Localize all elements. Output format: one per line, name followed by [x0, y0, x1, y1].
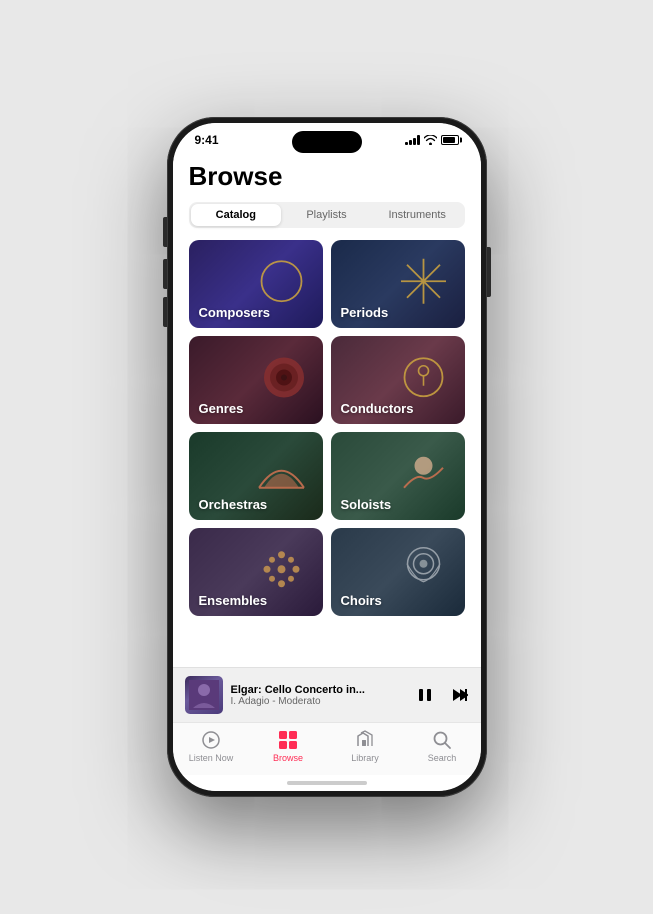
- periods-label: Periods: [341, 305, 389, 320]
- status-bar: 9:41: [173, 123, 481, 151]
- choirs-icon: [396, 542, 451, 597]
- mini-player-controls: [415, 685, 469, 705]
- library-nav-label: Library: [351, 753, 379, 763]
- bottom-nav: Listen Now Browse: [173, 722, 481, 775]
- next-track-button[interactable]: [449, 685, 469, 705]
- wifi-icon: [424, 135, 437, 145]
- nav-browse[interactable]: Browse: [250, 729, 327, 763]
- browse-icon: [277, 729, 299, 751]
- home-bar: [287, 781, 367, 785]
- grid-item-genres[interactable]: Genres: [189, 336, 323, 424]
- home-indicator: [173, 775, 481, 791]
- search-nav-icon: [431, 729, 453, 751]
- orchestras-icon: [254, 446, 309, 501]
- grid-item-periods[interactable]: Periods: [331, 240, 465, 328]
- artwork-image: [189, 680, 219, 710]
- soloists-label: Soloists: [341, 497, 392, 512]
- page-title: Browse: [189, 161, 465, 192]
- nav-search[interactable]: Search: [404, 729, 481, 763]
- genres-label: Genres: [199, 401, 244, 416]
- choirs-label: Choirs: [341, 593, 382, 608]
- mini-player-subtitle: I. Adagio - Moderato: [231, 696, 407, 707]
- main-content: Browse Catalog Playlists Instruments Com…: [173, 151, 481, 667]
- mini-player-artwork: [185, 676, 223, 714]
- grid-item-choirs[interactable]: Choirs: [331, 528, 465, 616]
- library-icon: [354, 729, 376, 751]
- status-icons: [405, 135, 459, 145]
- soloists-icon: [396, 446, 451, 501]
- orchestras-label: Orchestras: [199, 497, 268, 512]
- dynamic-island: [292, 131, 362, 153]
- status-time: 9:41: [195, 133, 219, 147]
- ensembles-label: Ensembles: [199, 593, 268, 608]
- grid-item-soloists[interactable]: Soloists: [331, 432, 465, 520]
- tab-instruments[interactable]: Instruments: [372, 204, 463, 226]
- browse-nav-label: Browse: [273, 753, 303, 763]
- phone-screen: 9:41 Browse Catalog: [173, 123, 481, 791]
- grid-item-ensembles[interactable]: Ensembles: [189, 528, 323, 616]
- mini-player-info: Elgar: Cello Concerto in... I. Adagio - …: [231, 684, 407, 707]
- tab-switcher: Catalog Playlists Instruments: [189, 202, 465, 228]
- mini-player[interactable]: Elgar: Cello Concerto in... I. Adagio - …: [173, 667, 481, 722]
- periods-icon: [396, 254, 451, 309]
- grid-item-orchestras[interactable]: Orchestras: [189, 432, 323, 520]
- composers-label: Composers: [199, 305, 271, 320]
- conductors-label: Conductors: [341, 401, 414, 416]
- tab-catalog[interactable]: Catalog: [191, 204, 282, 226]
- conductors-icon: [396, 350, 451, 405]
- grid-item-composers[interactable]: Composers: [189, 240, 323, 328]
- listen-now-icon: [200, 729, 222, 751]
- search-nav-label: Search: [428, 753, 457, 763]
- phone-frame: 9:41 Browse Catalog: [167, 117, 487, 797]
- listen-now-label: Listen Now: [189, 753, 234, 763]
- pause-icon: [416, 686, 434, 704]
- tab-playlists[interactable]: Playlists: [281, 204, 372, 226]
- browse-grid: Composers Periods: [189, 240, 465, 616]
- composers-icon: [254, 254, 309, 309]
- mini-player-title: Elgar: Cello Concerto in...: [231, 684, 407, 696]
- ensembles-icon: [254, 542, 309, 597]
- signal-icon: [405, 135, 420, 145]
- nav-library[interactable]: Library: [327, 729, 404, 763]
- grid-item-conductors[interactable]: Conductors: [331, 336, 465, 424]
- nav-listen-now[interactable]: Listen Now: [173, 729, 250, 763]
- play-pause-button[interactable]: [415, 685, 435, 705]
- skip-forward-icon: [450, 686, 468, 704]
- battery-icon: [441, 135, 459, 145]
- genres-icon: [259, 353, 309, 403]
